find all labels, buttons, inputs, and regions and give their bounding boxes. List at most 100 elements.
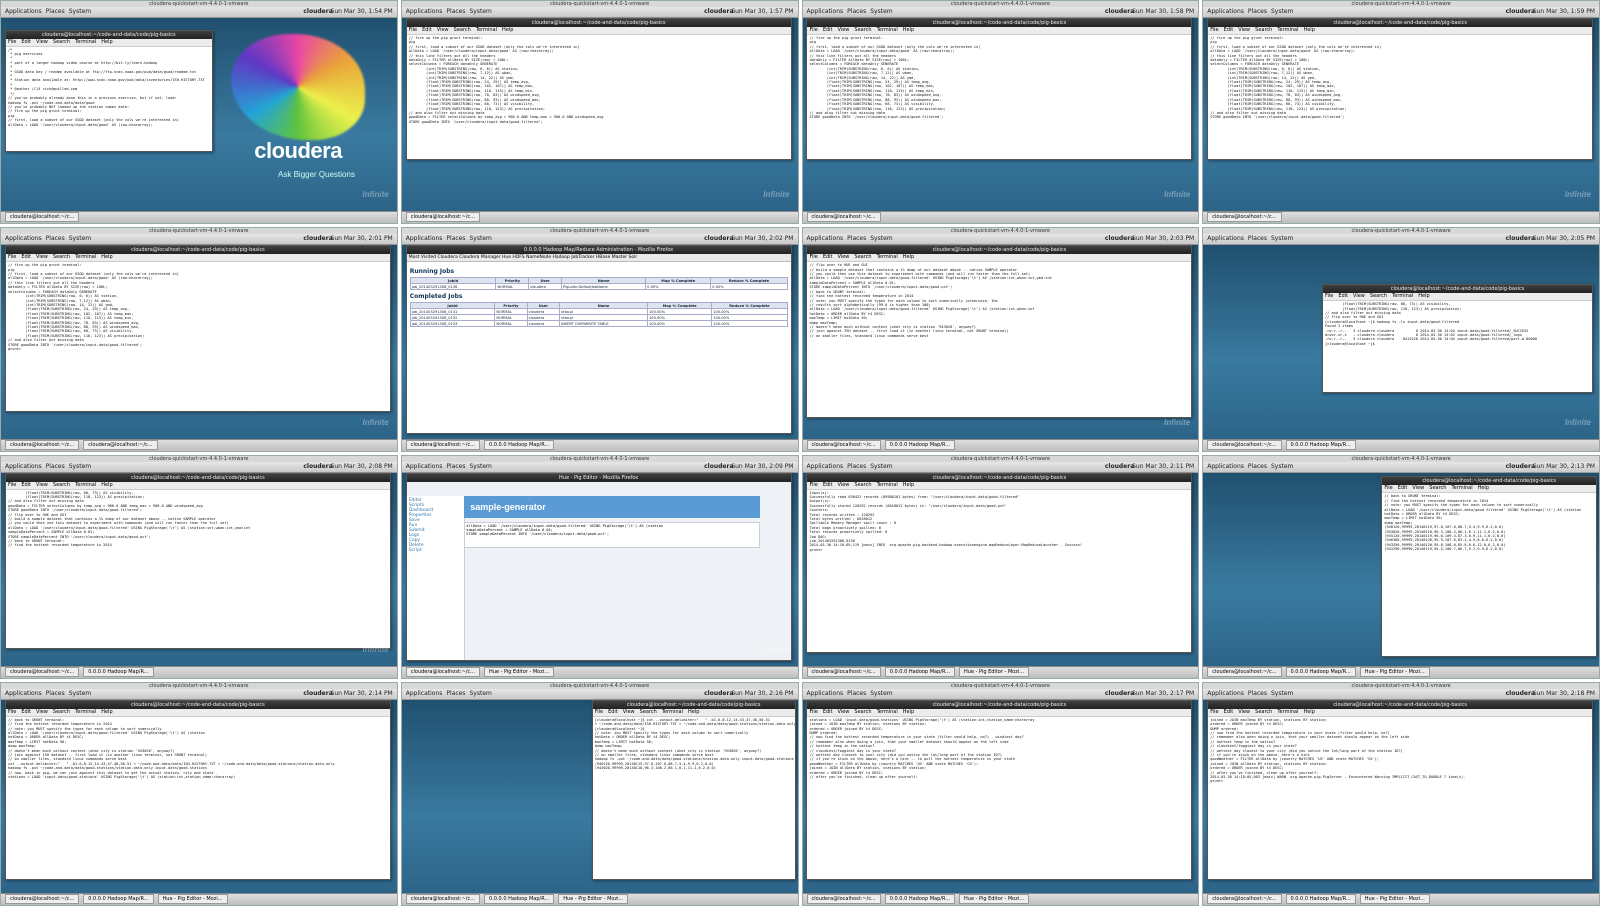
terminal-menu-edit[interactable]: Edit [422,27,432,33]
terminal-window[interactable]: cloudera@localhost:~/code-and-data/code/… [4,245,391,413]
panel-menu-places[interactable]: Places [46,690,65,697]
terminal-menu-file[interactable]: File [1325,293,1333,299]
terminal-window[interactable]: cloudera@localhost:~/code-and-data/code/… [1207,18,1594,160]
panel-menu-places[interactable]: Places [1248,235,1267,242]
taskbar-button[interactable]: cloudera@localhost:~/c... [1207,212,1282,223]
terminal-text[interactable]: // fire up the pig grunt terminal: pig// … [407,35,791,125]
terminal-menu-help[interactable]: Help [1418,293,1429,299]
terminal-menu-view[interactable]: View [838,27,850,33]
terminal-window[interactable]: cloudera@localhost:~/code-and-data/code/… [1381,476,1598,658]
panel-menu-places[interactable]: Places [46,463,65,470]
panel-menu-system[interactable]: System [870,463,892,470]
taskbar-button[interactable]: 0.0.0.0 Hadoop Map/R... [1285,666,1356,677]
panel-menu-applications[interactable]: Applications [5,690,42,697]
terminal-menu-edit[interactable]: Edit [21,482,31,488]
terminal-menu-terminal[interactable]: Terminal [75,254,96,260]
taskbar-button[interactable]: cloudera@localhost:~/c... [806,439,881,450]
terminal-menu-edit[interactable]: Edit [823,254,833,260]
panel-menu-places[interactable]: Places [446,235,465,242]
terminal-menu-terminal[interactable]: Terminal [877,27,898,33]
taskbar-button[interactable]: cloudera@localhost:~/c... [5,894,80,904]
panel-menu-applications[interactable]: Applications [406,690,443,697]
panel-menu-system[interactable]: System [1271,235,1293,242]
terminal-menu-edit[interactable]: Edit [1398,485,1408,491]
terminal-menu-search[interactable]: Search [640,709,657,715]
taskbar-button[interactable]: cloudera@localhost:~/c... [5,666,80,677]
terminal-window[interactable]: cloudera@localhost:~/code-and-data/code/… [806,18,1193,160]
hue-firefox-window[interactable]: Hue - Pig Editor - Mozilla Firefox Editor… [405,472,792,661]
panel-menu-system[interactable]: System [870,8,892,15]
terminal-menu-help[interactable]: Help [903,27,914,33]
terminal-text[interactable]: joined = JOIN maxTemp BY station, statio… [1208,717,1592,785]
taskbar-button[interactable]: Hue - Pig Editor - Mozi... [1359,666,1430,677]
terminal-menu-terminal[interactable]: Terminal [1392,293,1413,299]
terminal-menu-file[interactable]: File [595,709,603,715]
terminal-menu-search[interactable]: Search [454,27,471,33]
terminal-menu-terminal[interactable]: Terminal [1451,485,1472,491]
panel-menu-applications[interactable]: Applications [406,8,443,15]
taskbar-button[interactable]: cloudera@localhost:~/c... [405,666,481,677]
terminal-menu-search[interactable]: Search [53,254,70,260]
terminal-menu-help[interactable]: Help [1303,709,1314,715]
terminal-menu-terminal[interactable]: Terminal [75,709,96,715]
taskbar-button[interactable]: cloudera@localhost:~/c... [1207,894,1282,904]
terminal-menu-file[interactable]: File [809,27,817,33]
terminal-menu-help[interactable]: Help [1478,485,1489,491]
terminal-menu-view[interactable]: View [838,482,850,488]
panel-menu-places[interactable]: Places [847,463,866,470]
panel-menu-applications[interactable]: Applications [1207,690,1244,697]
terminal-menu-help[interactable]: Help [101,709,112,715]
panel-menu-applications[interactable]: Applications [807,8,844,15]
taskbar-button[interactable]: cloudera@localhost:~/c... [5,212,80,223]
table-row[interactable]: job_201403291308_0133 NORMAL cloudera INSER… [409,320,788,328]
terminal-menu-edit[interactable]: Edit [608,709,618,715]
panel-menu-system[interactable]: System [69,463,91,470]
terminal-menu-view[interactable]: View [36,709,48,715]
terminal-menu-terminal[interactable]: Terminal [75,482,96,488]
taskbar-button[interactable]: 0.0.0.0 Hadoop Map/R... [1285,439,1356,450]
terminal-menu-edit[interactable]: Edit [21,254,31,260]
terminal-menu-view[interactable]: View [437,27,449,33]
terminal-menu-view[interactable]: View [36,39,48,45]
panel-menu-applications[interactable]: Applications [406,235,443,242]
taskbar-button[interactable]: cloudera@localhost:~/c... [83,439,158,450]
terminal-text[interactable]: [cloudera@localhost ~]$ cut --output-del… [593,717,795,772]
panel-menu-system[interactable]: System [469,8,491,15]
terminal-menu-file[interactable]: File [409,27,417,33]
taskbar-button[interactable]: 0.0.0.0 Hadoop Map/R... [484,439,555,450]
terminal-menu-help[interactable]: Help [688,709,699,715]
panel-menu-system[interactable]: System [870,690,892,697]
panel-menu-places[interactable]: Places [46,235,65,242]
terminal-menu-file[interactable]: File [809,709,817,715]
terminal-menu-search[interactable]: Search [854,27,871,33]
terminal-menu-file[interactable]: File [1384,485,1392,491]
panel-menu-places[interactable]: Places [46,8,65,15]
terminal-menu-help[interactable]: Help [101,39,112,45]
panel-menu-applications[interactable]: Applications [5,8,42,15]
table-row[interactable]: job_201403291308_0136 NORMAL cloudera PigLa… [409,283,788,291]
panel-menu-applications[interactable]: Applications [5,463,42,470]
terminal-menu-view[interactable]: View [623,709,635,715]
panel-menu-applications[interactable]: Applications [807,463,844,470]
terminal-menu-view[interactable]: View [1238,27,1250,33]
taskbar-button[interactable]: cloudera@localhost:~/c... [5,439,80,450]
terminal-menu-view[interactable]: View [36,482,48,488]
panel-menu-applications[interactable]: Applications [1207,463,1244,470]
terminal-menu-edit[interactable]: Edit [823,709,833,715]
terminal-text[interactable]: (float)TRIM(SUBSTRING(raw, 68, 73)) AS v… [1323,301,1592,347]
taskbar-button[interactable]: 0.0.0.0 Hadoop Map/R... [884,894,956,904]
terminal-menu-view[interactable]: View [36,254,48,260]
taskbar-button[interactable]: 0.0.0.0 Hadoop Map/R... [83,894,154,904]
taskbar-button[interactable]: Hue - Pig Editor - Mozi... [558,894,629,904]
terminal-window[interactable]: cloudera@localhost:~/code-and-data/code/… [806,245,1193,419]
panel-menu-applications[interactable]: Applications [406,463,443,470]
taskbar-button[interactable]: 0.0.0.0 Hadoop Map/R... [83,666,154,677]
terminal-text[interactable]: // back to GRUNT terminal:// find the ho… [1382,493,1596,552]
panel-menu-system[interactable]: System [1271,8,1293,15]
panel-menu-places[interactable]: Places [446,690,465,697]
panel-menu-places[interactable]: Places [1248,690,1267,697]
terminal-window[interactable]: cloudera@localhost:~/code-and-data/code/… [1207,699,1594,881]
firefox-window[interactable]: 0.0.0.0 Hadoop Map/Reduce Administration… [405,245,792,434]
panel-menu-applications[interactable]: Applications [5,235,42,242]
taskbar-button[interactable]: cloudera@localhost:~/c... [1207,666,1282,677]
